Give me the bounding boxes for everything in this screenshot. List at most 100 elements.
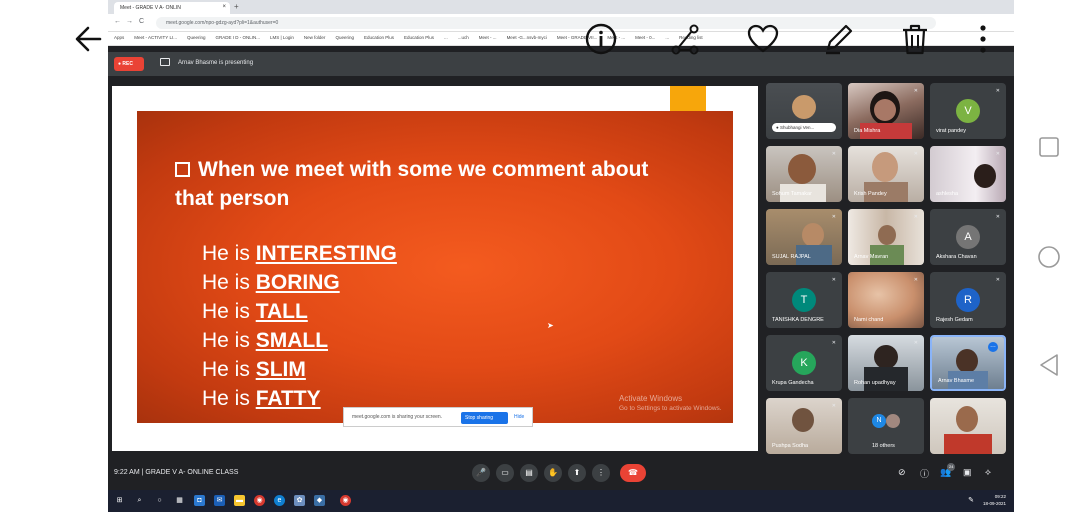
participant-name: Shubhangi Ven...: [779, 125, 815, 130]
presentation-slide: When we meet with some we comment about …: [137, 111, 733, 423]
host-controls-icon[interactable]: ⊘: [898, 467, 906, 478]
participant-tile[interactable]: ✕ Nami chand: [848, 272, 924, 328]
pen-tray-icon[interactable]: ✎: [968, 496, 974, 504]
participant-tile[interactable]: A ✕ Akshara Chavan: [930, 209, 1006, 265]
url-input[interactable]: meet.google.com/npo-gdzg-ayd?pli=1&authu…: [156, 17, 936, 29]
bookmark-item[interactable]: Meet - ...: [479, 35, 497, 42]
mic-button[interactable]: 🎤: [472, 464, 490, 482]
participant-tile-others[interactable]: N 18 others: [848, 398, 924, 454]
more-options-button[interactable]: ⋮: [592, 464, 610, 482]
participant-name: Sohum Tamakar: [772, 191, 812, 197]
participant-tile[interactable]: R ✕ Rajesh Gedam: [930, 272, 1006, 328]
participant-tile[interactable]: V ✕ virat pandey: [930, 83, 1006, 139]
task-view-icon[interactable]: ▦: [174, 495, 185, 506]
participant-tile[interactable]: ✕ Arnav Mavran: [848, 209, 924, 265]
participant-tile[interactable]: [930, 398, 1006, 454]
close-tab-icon[interactable]: ×: [222, 4, 226, 10]
heart-icon[interactable]: [746, 22, 780, 56]
bookmark-item[interactable]: Meet - 0...: [635, 35, 655, 42]
participant-tile[interactable]: ✕ Dia Mishra: [848, 83, 924, 139]
mic-off-icon: ✕: [913, 214, 918, 220]
home-icon[interactable]: [1037, 245, 1061, 269]
bookmark-item[interactable]: ...: [444, 35, 448, 42]
participant-face: [878, 225, 896, 245]
info-circle-icon[interactable]: [584, 22, 618, 56]
presenting-icon: [160, 58, 170, 66]
participant-tile[interactable]: ● Shubhangi Ven...: [766, 83, 842, 139]
checkbox-bullet-icon: [175, 162, 190, 177]
camera-app-icon[interactable]: ◘: [194, 495, 205, 506]
back-icon[interactable]: ←: [114, 18, 121, 25]
meeting-time: 9:22 AM: [114, 469, 140, 476]
edge-icon[interactable]: e: [274, 495, 285, 506]
chrome-icon[interactable]: ◉: [254, 495, 265, 506]
bookmark-item[interactable]: Meet - ACTIVITY LI...: [134, 35, 177, 42]
back-arrow-icon[interactable]: [72, 22, 106, 56]
bookmark-item[interactable]: Queering: [187, 35, 206, 42]
bookmark-item[interactable]: ...uch: [458, 35, 469, 42]
chat-icon[interactable]: ▣: [963, 467, 972, 478]
raise-hand-button[interactable]: ✋: [544, 464, 562, 482]
slide-line-prefix: He is: [202, 242, 250, 265]
participant-body: [864, 367, 908, 391]
participant-tile[interactable]: ✕ SUJAL RAJPAL: [766, 209, 842, 265]
more-vertical-icon[interactable]: [976, 22, 990, 56]
people-button[interactable]: 👥 24: [940, 463, 956, 478]
participant-tile[interactable]: ✕ Sohum Tamakar: [766, 146, 842, 202]
participant-face: [802, 223, 824, 247]
bookmark-item[interactable]: Queering: [335, 35, 354, 42]
cortana-icon[interactable]: ○: [154, 495, 165, 506]
chrome-active-icon[interactable]: ◉: [340, 495, 351, 506]
file-explorer-icon[interactable]: ▬: [234, 495, 245, 506]
shared-screen: When we meet with some we comment about …: [112, 86, 758, 451]
meeting-name: GRADE V A- ONLINE CLASS: [145, 469, 239, 476]
mail-icon[interactable]: ✉: [214, 495, 225, 506]
stop-sharing-button[interactable]: Stop sharing: [461, 412, 508, 424]
participant-tile[interactable]: K ✕ Krupa Gandecha: [766, 335, 842, 391]
participant-name: virat pandey: [936, 128, 966, 134]
participant-name: Nami chand: [854, 317, 884, 323]
forward-icon[interactable]: →: [126, 18, 133, 25]
phone-screen: Meet - GRADE V A- ONLIN × + ← → C meet.g…: [0, 0, 1080, 512]
participant-tile-active-speaker[interactable]: … Arnav Bhasme: [930, 335, 1006, 391]
slide-question: When we meet with some we comment about …: [175, 155, 675, 213]
bookmark-item[interactable]: LMS | Login: [270, 35, 294, 42]
camera-button[interactable]: ▭: [496, 464, 514, 482]
more-options-icon[interactable]: …: [988, 342, 998, 352]
bookmark-item[interactable]: New folder: [304, 35, 326, 42]
delete-trash-icon[interactable]: [898, 22, 932, 56]
participant-face: [872, 152, 898, 182]
bookmark-item[interactable]: Meet -G...nsvb-myci: [507, 35, 547, 42]
mic-off-icon: ✕: [831, 340, 836, 346]
bookmark-item[interactable]: Education Plus: [364, 35, 394, 42]
participant-tile[interactable]: ✕ Pushpa Sodha: [766, 398, 842, 454]
activities-icon[interactable]: ⟡: [985, 467, 991, 478]
edit-pencil-icon[interactable]: [822, 22, 856, 56]
participant-tile[interactable]: ✕ Krish Pandey: [848, 146, 924, 202]
recent-apps-icon[interactable]: [1038, 136, 1060, 158]
bookmark-item[interactable]: Education Plus: [404, 35, 434, 42]
app-icon[interactable]: ✿: [294, 495, 305, 506]
new-tab-icon[interactable]: +: [234, 2, 239, 11]
participant-tile[interactable]: T ✕ TANISHKA DENGRE: [766, 272, 842, 328]
app-icon[interactable]: ◆: [314, 495, 325, 506]
mic-off-icon: ✕: [995, 88, 1000, 94]
system-tray: 09:22 18-09-2021: [983, 493, 1006, 507]
participant-tile[interactable]: ✕ ashlesha: [930, 146, 1006, 202]
windows-start-icon[interactable]: ⊞: [114, 495, 125, 506]
leave-call-button[interactable]: ☎: [620, 464, 646, 482]
nav-back-icon[interactable]: [1038, 353, 1060, 377]
mic-off-icon: ✕: [831, 277, 836, 283]
browser-tab[interactable]: Meet - GRADE V A- ONLIN ×: [114, 2, 230, 14]
reload-icon[interactable]: C: [139, 18, 144, 25]
captions-button[interactable]: ▤: [520, 464, 538, 482]
hide-button[interactable]: Hide: [514, 414, 524, 420]
mic-off-icon: ✕: [913, 277, 918, 283]
present-button[interactable]: ⬆: [568, 464, 586, 482]
bookmark-item[interactable]: GRADE I D - ONLIN...: [215, 35, 260, 42]
bookmark-item[interactable]: Apps: [114, 35, 124, 42]
participant-tile[interactable]: ✕ Rohan upadhyay: [848, 335, 924, 391]
search-icon[interactable]: ⌕: [134, 495, 145, 506]
info-icon[interactable]: ⓘ: [920, 467, 929, 480]
share-icon[interactable]: [668, 22, 702, 56]
